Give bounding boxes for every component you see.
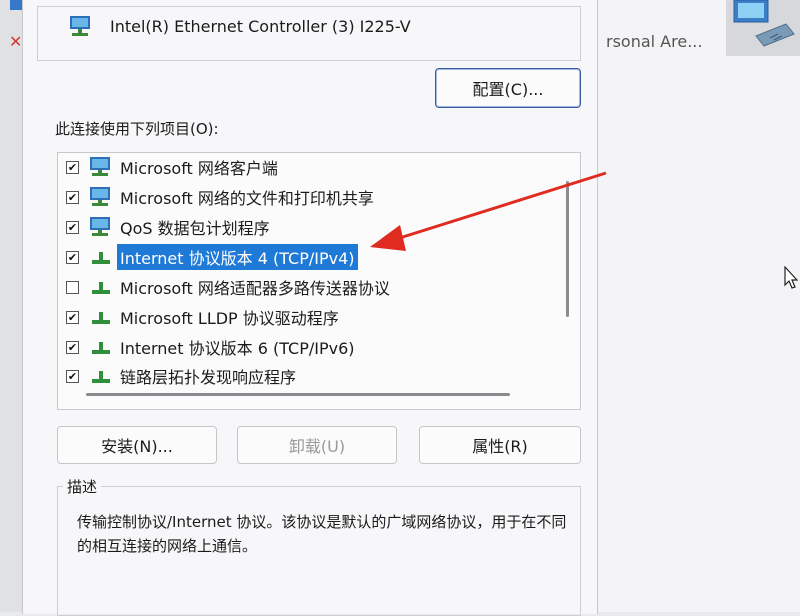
list-item[interactable]: ✔ Microsoft 网络的文件和打印机共享 bbox=[66, 184, 377, 210]
checkbox[interactable]: ✔ bbox=[66, 310, 79, 324]
checkbox[interactable]: ✔ bbox=[66, 160, 79, 174]
background-window: rsonal Are... bbox=[596, 0, 800, 612]
install-button[interactable]: 安装(N)... bbox=[57, 426, 217, 464]
list-item-label: QoS 数据包计划程序 bbox=[120, 219, 270, 238]
network-adapter-icon[interactable] bbox=[726, 0, 800, 56]
description-title: 描述 bbox=[63, 476, 102, 497]
network-client-icon bbox=[89, 156, 115, 178]
protocol-icon bbox=[89, 336, 115, 358]
list-item-label: Microsoft 网络适配器多路传送器协议 bbox=[120, 279, 390, 298]
list-item[interactable]: ✔ Internet 协议版本 6 (TCP/IPv6) bbox=[66, 334, 358, 360]
list-item-label: Microsoft 网络客户端 bbox=[120, 159, 278, 178]
mouse-cursor-icon bbox=[784, 266, 798, 289]
items-label: 此连接使用下列项目(O): bbox=[55, 120, 219, 138]
checkbox[interactable]: ✔ bbox=[66, 340, 79, 354]
checkbox[interactable]: ✔ bbox=[66, 190, 79, 204]
network-adapter-icon bbox=[70, 16, 90, 36]
ethernet-properties-dialog: Intel(R) Ethernet Controller (3) I225-V … bbox=[22, 0, 598, 616]
list-item-label: Microsoft LLDP 协议驱动程序 bbox=[120, 309, 339, 328]
connect-using-box: Intel(R) Ethernet Controller (3) I225-V bbox=[37, 6, 581, 61]
protocol-icon bbox=[89, 306, 115, 328]
background-text: rsonal Are... bbox=[606, 32, 703, 51]
list-item-label: Microsoft 网络的文件和打印机共享 bbox=[120, 189, 374, 208]
list-item-label: 链路层拓扑发现响应程序 bbox=[120, 368, 297, 387]
checkbox[interactable]: ✔ bbox=[66, 369, 79, 383]
checkbox[interactable] bbox=[66, 280, 79, 294]
qos-icon bbox=[89, 216, 115, 238]
list-item[interactable]: Microsoft 网络适配器多路传送器协议 bbox=[66, 274, 393, 300]
configure-button[interactable]: 配置(C)... bbox=[435, 68, 581, 108]
checkbox[interactable]: ✔ bbox=[66, 220, 79, 234]
list-item[interactable]: ✔ Microsoft 网络客户端 bbox=[66, 154, 281, 180]
protocol-icon bbox=[89, 365, 115, 387]
close-icon: ✕ bbox=[9, 32, 23, 51]
properties-button[interactable]: 属性(R) bbox=[419, 426, 581, 464]
taskbar-fragment bbox=[10, 0, 22, 10]
annotation-arrow-icon bbox=[370, 171, 607, 251]
protocol-icon bbox=[89, 276, 115, 298]
adapter-name: Intel(R) Ethernet Controller (3) I225-V bbox=[110, 17, 411, 36]
background-window-edge: ✕ bbox=[0, 0, 22, 612]
list-item[interactable]: ✔ Microsoft LLDP 协议驱动程序 bbox=[66, 304, 342, 330]
description-text: 传输控制协议/Internet 协议。该协议是默认的广域网络协议，用于在不同的相… bbox=[77, 513, 567, 555]
protocol-icon bbox=[89, 246, 115, 268]
list-item-label: Internet 协议版本 4 (TCP/IPv4) bbox=[117, 244, 358, 270]
uninstall-button[interactable]: 卸载(U) bbox=[237, 426, 397, 464]
list-item-selected[interactable]: ✔ Internet 协议版本 4 (TCP/IPv4) bbox=[66, 244, 358, 270]
horizontal-scrollbar[interactable] bbox=[86, 393, 510, 396]
list-item[interactable]: ✔ 链路层拓扑发现响应程序 bbox=[66, 363, 299, 389]
list-item[interactable]: ✔ QoS 数据包计划程序 bbox=[66, 214, 273, 240]
list-item-label: Internet 协议版本 6 (TCP/IPv6) bbox=[120, 339, 355, 358]
checkbox[interactable]: ✔ bbox=[66, 250, 79, 264]
file-share-icon bbox=[89, 186, 115, 208]
